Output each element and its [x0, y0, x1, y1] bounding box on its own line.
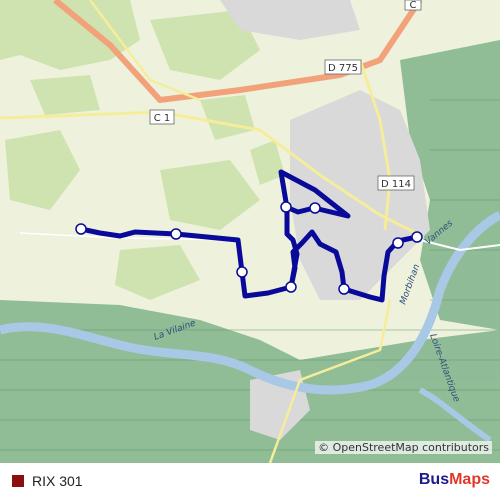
map-canvas[interactable]: D 775 C 1 D 114 C La Vilaine Vannes Morb… [0, 0, 500, 463]
map-svg: D 775 C 1 D 114 C La Vilaine Vannes Morb… [0, 0, 500, 463]
bus-stop[interactable] [170, 228, 182, 240]
svg-text:C: C [410, 0, 417, 11]
svg-text:C 1: C 1 [154, 113, 171, 124]
route-color-swatch [12, 475, 24, 487]
bus-stop[interactable] [309, 202, 321, 214]
bus-stop[interactable] [75, 223, 87, 235]
bus-stop[interactable] [285, 281, 297, 293]
brand-part-maps: Maps [449, 471, 490, 488]
busmaps-logo[interactable]: BusMaps [419, 471, 490, 489]
map-attribution[interactable]: © OpenStreetMap contributors [315, 441, 492, 454]
footer-bar: RIX 301 BusMaps [0, 463, 500, 500]
road-label-d775: D 775 [324, 59, 362, 75]
road-label-d114: D 114 [377, 175, 415, 191]
svg-text:D 114: D 114 [381, 179, 411, 190]
route-name: RIX 301 [32, 473, 83, 489]
bus-stop[interactable] [392, 237, 404, 249]
brand-part-bus: Bus [418, 471, 450, 488]
bus-stop[interactable] [236, 266, 248, 278]
bus-stop[interactable] [280, 201, 292, 213]
road-label-c-top: C [404, 0, 422, 11]
road-label-c1: C 1 [149, 109, 175, 125]
bus-stop[interactable] [411, 231, 423, 243]
route-legend: RIX 301 [12, 473, 83, 489]
svg-text:D 775: D 775 [328, 63, 358, 74]
bus-stop[interactable] [338, 283, 350, 295]
